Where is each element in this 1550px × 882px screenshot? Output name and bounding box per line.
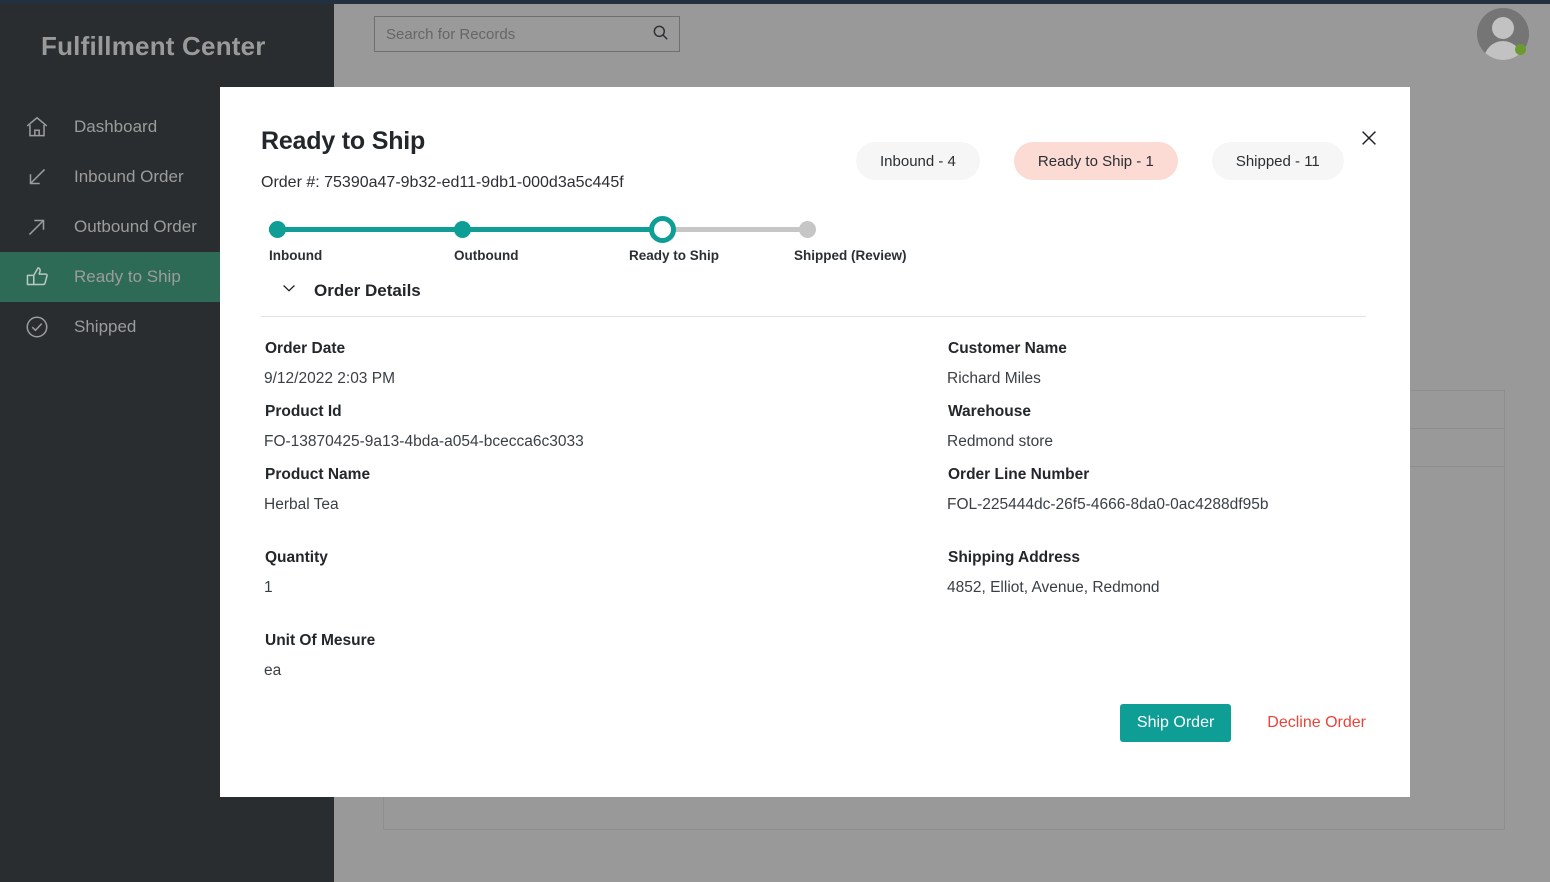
ship-order-button[interactable]: Ship Order [1120, 704, 1231, 742]
pill-ready-to-ship[interactable]: Ready to Ship - 1 [1014, 142, 1178, 180]
sidebar-item-label: Dashboard [64, 117, 157, 137]
field-label: Order Line Number [944, 457, 1364, 484]
field-order-line-number: Order Line Number FOL-225444dc-26f5-4666… [944, 457, 1364, 514]
field-value: 1 [261, 567, 944, 597]
field-unit-of-measure: Unit Of Mesure ea [261, 623, 944, 680]
details-column-left: Order Date 9/12/2022 2:03 PM Product Id … [261, 331, 944, 686]
stepper-step-label: Inbound [269, 248, 322, 263]
stepper-dot-current [649, 216, 676, 243]
field-label: Product Id [261, 394, 944, 421]
topbar [334, 4, 1550, 64]
sidebar-item-label: Outbound Order [64, 217, 197, 237]
field-label: Unit Of Mesure [261, 623, 944, 650]
stepper-dot [454, 221, 471, 238]
order-details-label: Order Details [314, 281, 421, 301]
field-value: ea [261, 650, 944, 680]
thumbs-up-icon [24, 264, 64, 290]
field-value: Herbal Tea [261, 484, 944, 514]
field-label: Warehouse [944, 394, 1364, 421]
field-label: Customer Name [944, 331, 1364, 358]
decline-order-button[interactable]: Decline Order [1267, 714, 1366, 732]
stepper-step-label: Shipped (Review) [794, 248, 907, 263]
search-icon [651, 23, 670, 45]
field-value: 9/12/2022 2:03 PM [261, 358, 944, 388]
stepper-dot [269, 221, 286, 238]
section-divider [261, 316, 1366, 317]
close-button[interactable] [1352, 122, 1386, 156]
stepper-step-label: Ready to Ship [629, 248, 719, 263]
search-box[interactable] [374, 16, 680, 52]
sidebar-item-label: Shipped [64, 317, 136, 337]
stepper-step-label: Outbound [454, 248, 518, 263]
pill-inbound[interactable]: Inbound - 4 [856, 142, 980, 180]
field-quantity: Quantity 1 [261, 540, 944, 597]
avatar-head [1492, 17, 1514, 39]
sidebar-item-label: Ready to Ship [64, 267, 181, 287]
field-label: Order Date [261, 331, 944, 358]
field-product-name: Product Name Herbal Tea [261, 457, 944, 514]
order-detail-modal: Ready to Ship Order #: 75390a47-9b32-ed1… [220, 87, 1410, 797]
app-brand-title: Fulfillment Center [0, 4, 334, 88]
field-value: Richard Miles [944, 358, 1364, 388]
arrow-down-left-icon [24, 164, 64, 190]
stepper-dot [799, 221, 816, 238]
app-root: Fulfillment Center Dashboard [0, 0, 1550, 882]
field-label: Product Name [261, 457, 944, 484]
field-warehouse: Warehouse Redmond store [944, 394, 1364, 451]
search-button[interactable] [641, 17, 679, 51]
field-product-id: Product Id FO-13870425-9a13-4bda-a054-bc… [261, 394, 944, 451]
order-details-grid: Order Date 9/12/2022 2:03 PM Product Id … [261, 331, 1366, 686]
search-input[interactable] [375, 26, 641, 43]
user-menu[interactable] [1477, 8, 1529, 60]
field-order-date: Order Date 9/12/2022 2:03 PM [261, 331, 944, 388]
presence-indicator [1515, 44, 1526, 55]
check-circle-icon [24, 314, 64, 340]
order-progress-stepper: Inbound Outbound Ready to Ship Shipped (… [261, 214, 819, 272]
home-icon [24, 114, 64, 140]
field-value: FO-13870425-9a13-4bda-a054-bcecca6c3033 [261, 421, 944, 451]
order-details-collapse-toggle[interactable]: Order Details [261, 278, 1366, 303]
field-label: Quantity [261, 540, 944, 567]
close-icon [1358, 127, 1380, 152]
arrow-up-right-icon [24, 214, 64, 240]
sidebar-item-label: Inbound Order [64, 167, 184, 187]
field-value: FOL-225444dc-26f5-4666-8da0-0ac4288df95b [944, 484, 1364, 514]
field-customer-name: Customer Name Richard Miles [944, 331, 1364, 388]
field-value: Redmond store [944, 421, 1364, 451]
field-value: 4852, Elliot, Avenue, Redmond [944, 567, 1364, 597]
field-shipping-address: Shipping Address 4852, Elliot, Avenue, R… [944, 540, 1364, 597]
status-filter-pills: Inbound - 4 Ready to Ship - 1 Shipped - … [856, 142, 1344, 180]
chevron-down-icon [279, 278, 299, 303]
field-label: Shipping Address [944, 540, 1364, 567]
details-column-right: Customer Name Richard Miles Warehouse Re… [944, 331, 1364, 686]
pill-shipped[interactable]: Shipped - 11 [1212, 142, 1344, 180]
modal-action-bar: Ship Order Decline Order [1120, 704, 1366, 742]
